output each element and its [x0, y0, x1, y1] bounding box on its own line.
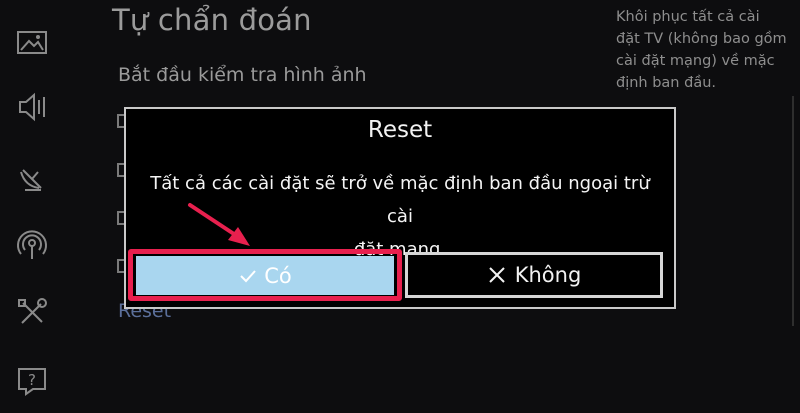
network-icon[interactable]: [15, 228, 49, 262]
tools-icon[interactable]: [15, 296, 49, 330]
menu-item-start-picture-test[interactable]: Bắt đầu kiểm tra hình ảnh: [118, 64, 367, 86]
page-title: Tự chẩn đoán: [112, 3, 312, 37]
dialog-title: Reset: [367, 117, 433, 143]
help-text: Khôi phục tất cả cài: [616, 9, 760, 25]
no-button-label: Không: [514, 263, 582, 287]
scrollbar[interactable]: [792, 96, 794, 326]
broadcast-icon[interactable]: [15, 160, 49, 194]
yes-button[interactable]: Có: [136, 256, 394, 295]
sidebar-rail: ?: [0, 0, 64, 413]
help-text: cài đặt mạng) về mặc: [616, 53, 775, 69]
help-icon[interactable]: ?: [15, 363, 49, 397]
check-icon: [238, 266, 258, 286]
menu-item-edge: [117, 163, 124, 177]
sound-icon[interactable]: [15, 90, 49, 124]
yes-button-label: Có: [264, 263, 292, 288]
picture-icon[interactable]: [15, 26, 49, 60]
menu-item-edge: [117, 211, 124, 225]
menu-item-edge: [117, 114, 124, 128]
pointer-arrow-icon: [188, 203, 250, 246]
help-text: đặt TV (không bao gồm: [616, 31, 787, 47]
help-text: định ban đầu.: [616, 75, 716, 91]
help-panel: Khôi phục tất cả cài đặt TV (không bao g…: [616, 6, 792, 94]
no-button[interactable]: Không: [405, 252, 663, 298]
close-icon: [487, 265, 507, 285]
menu-item-edge: [117, 259, 124, 273]
svg-text:?: ?: [28, 371, 36, 389]
